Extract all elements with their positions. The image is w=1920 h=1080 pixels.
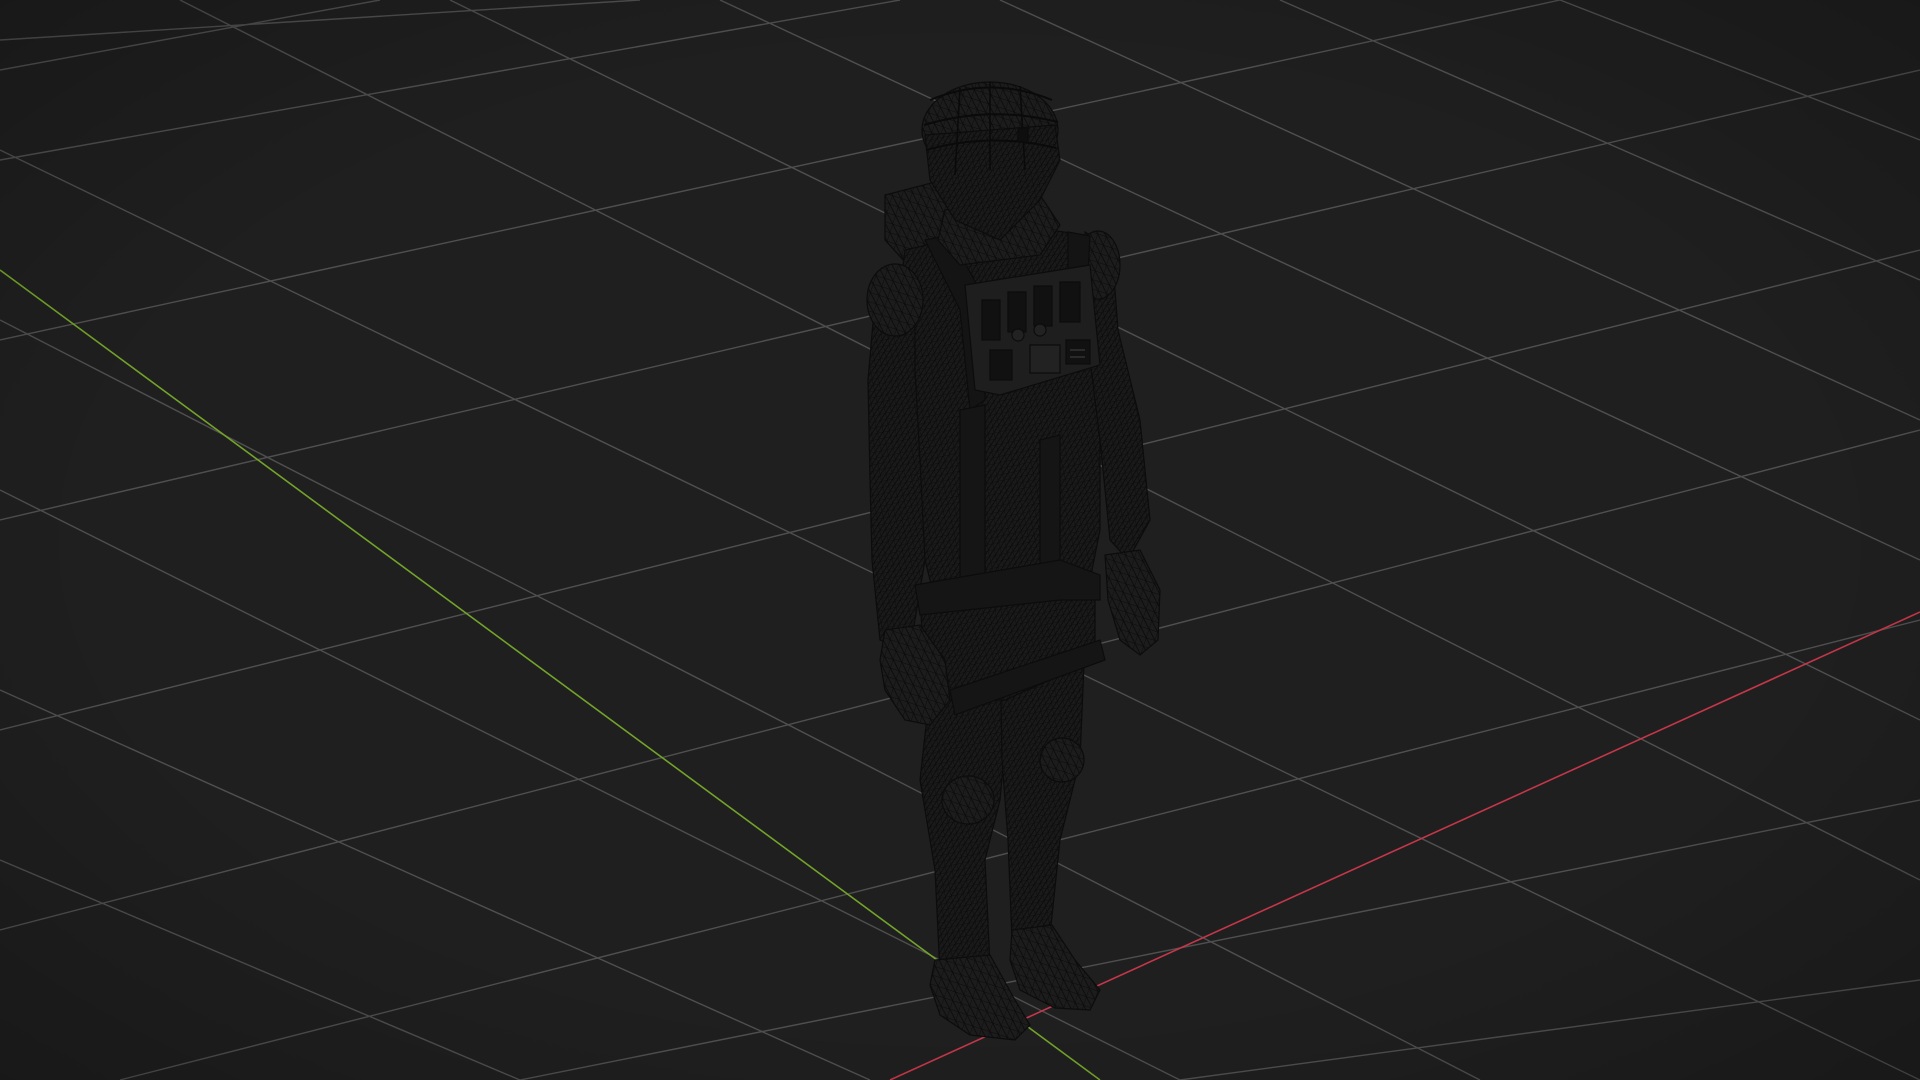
3d-viewport[interactable] [0, 0, 1920, 1080]
viewport-canvas[interactable] [0, 0, 1920, 1080]
viewport-vignette [0, 0, 1920, 1080]
